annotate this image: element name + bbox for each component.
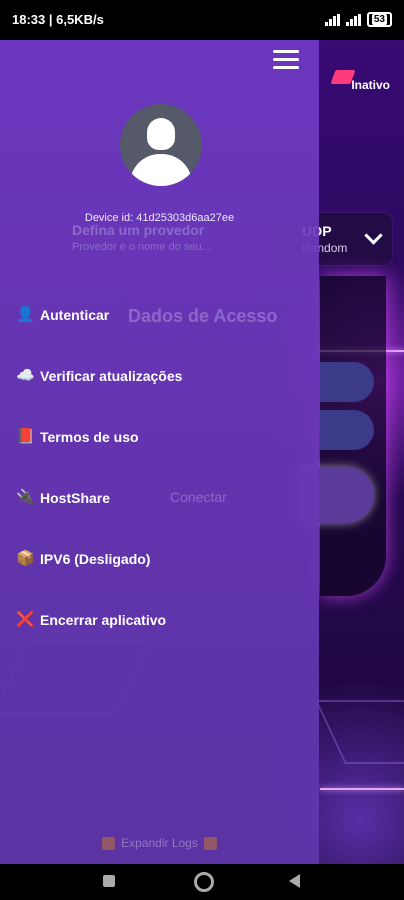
provider-subtitle: Provedor e o nome do seu...: [72, 241, 211, 253]
provider-title: Defina um provedor: [72, 222, 205, 238]
menu-item-termos-de-uso[interactable]: 📕 Termos de uso: [16, 406, 182, 467]
menu-item-label: Termos de uso: [40, 428, 139, 445]
menu-item-label: IPV6 (Desligado): [40, 550, 151, 567]
avatar-head: [147, 118, 175, 150]
recent-apps-icon[interactable]: [103, 875, 115, 887]
cloud-icon: ☁️: [16, 367, 35, 384]
menu-item-label: Autenticar: [40, 306, 110, 323]
person-icon: 👤: [16, 306, 35, 323]
decorative-hexagon: [315, 700, 404, 764]
status-badge-label: Inativo: [351, 78, 390, 92]
menu-item-label: Verificar atualizações: [40, 367, 183, 384]
plug-icon: 🔌: [16, 489, 35, 506]
battery-icon: 53: [366, 12, 392, 27]
book-icon: 📕: [16, 428, 35, 445]
password-field[interactable]: [320, 410, 374, 450]
drawer-menu: 👤 Autenticar ☁️ Verificar atualizações 📕…: [16, 284, 182, 650]
home-icon[interactable]: [194, 872, 214, 892]
status-bar-time: 18:33 | 6,5KB/s: [12, 12, 104, 27]
menu-item-encerrar-aplicativo[interactable]: ❌ Encerrar aplicativo: [16, 589, 182, 650]
form-title: Dados de Acesso: [128, 306, 278, 326]
warning-icon: [204, 837, 218, 851]
avatar: [120, 104, 202, 186]
expand-logs-button[interactable]: Expandir Logs: [0, 836, 319, 851]
close-icon: ❌: [16, 611, 35, 628]
menu-item-verificar-atualizacoes[interactable]: ☁️ Verificar atualizações: [16, 345, 182, 406]
status-bar-indicators: 53: [324, 12, 392, 27]
username-field[interactable]: [320, 362, 374, 402]
menu-item-label: HostShare: [40, 489, 111, 506]
menu-item-label: Encerrar aplicativo: [40, 611, 167, 628]
box-icon: 📦: [16, 550, 35, 567]
expand-logs-label: Expandir Logs: [121, 836, 198, 850]
warning-icon: [101, 837, 115, 851]
status-bar: 18:33 | 6,5KB/s 53: [0, 0, 404, 40]
back-icon[interactable]: [289, 874, 300, 888]
decorative-glow-line: [320, 788, 404, 790]
menu-item-hostshare[interactable]: 🔌 HostShare: [16, 467, 182, 528]
connection-status-badge: Inativo: [345, 74, 396, 96]
navigation-drawer: Device id: 41d25303d6aa27ee 👤 Autenticar…: [0, 40, 319, 864]
chevron-down-icon: [364, 226, 383, 245]
connect-label: Conectar: [170, 489, 227, 505]
avatar-body: [130, 154, 192, 186]
battery-level: 53: [371, 14, 387, 25]
hamburger-menu-icon[interactable]: [273, 50, 299, 70]
signal-icon: [324, 13, 340, 26]
menu-item-ipv6[interactable]: 📦 IPV6 (Desligado): [16, 528, 182, 589]
system-navigation-bar: [0, 864, 404, 900]
wifi-signal-icon: [345, 13, 361, 26]
